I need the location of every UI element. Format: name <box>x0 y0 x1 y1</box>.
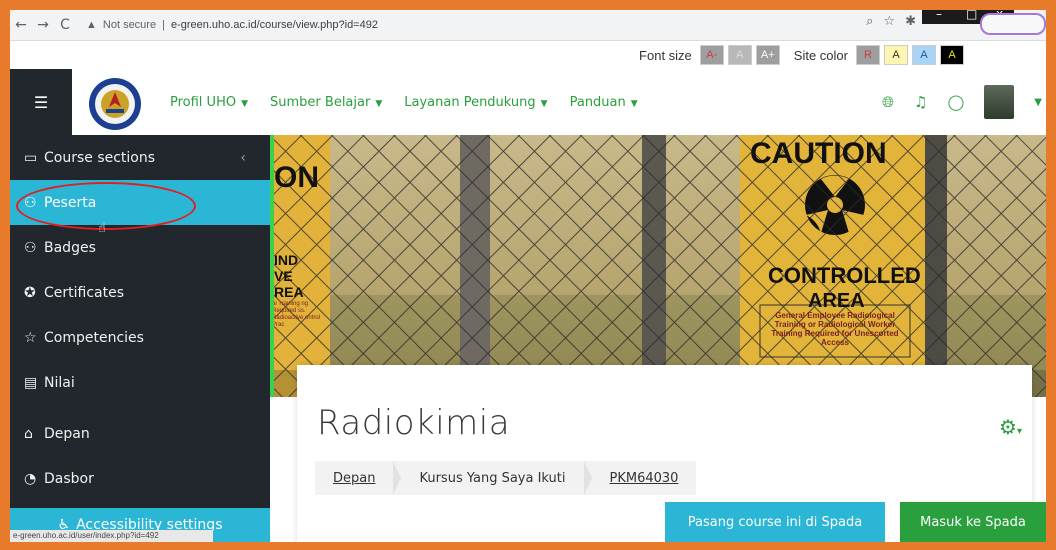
left-sign-fine-print: al Training ng Required ss. Radioactive … <box>272 301 321 328</box>
extensions-icon[interactable]: ✱ <box>905 14 916 29</box>
color-reset-button[interactable]: R <box>856 45 880 65</box>
font-decrease-button[interactable]: A- <box>699 45 724 65</box>
left-sign-line-3: REA <box>274 284 304 300</box>
url-separator: | <box>162 19 165 31</box>
breadcrumb-course-code[interactable]: PKM64030 <box>592 461 697 495</box>
install-spada-button[interactable]: Pasang course ini di Spada <box>665 502 885 542</box>
globe-icon[interactable]: 🌐︎ <box>882 93 894 111</box>
sidebar-item-competencies[interactable]: ☆ Competencies <box>10 315 270 360</box>
badge-icon: ⚇ <box>24 239 37 256</box>
banner-accent-strip <box>270 135 274 397</box>
sidebar-item-certificates[interactable]: ✪ Certificates <box>10 270 270 315</box>
hand-cursor-icon: ☝︎ <box>98 221 106 236</box>
color-blue-button[interactable]: A <box>912 45 936 65</box>
site-color-label: Site color <box>793 47 848 63</box>
notification-bell-icon[interactable]: ♫︎ <box>914 93 927 111</box>
forward-button[interactable]: → <box>32 17 54 33</box>
table-icon: ▤ <box>24 374 38 391</box>
menu-layanan-pendukung[interactable]: Layanan Pendukung ▼ <box>404 95 547 110</box>
font-size-label: Font size <box>639 47 692 63</box>
sidebar-item-peserta[interactable]: ⚇ Peserta <box>10 180 270 225</box>
status-bar-url: e-green.uho.ac.id/user/index.php?id=492 <box>10 530 213 542</box>
breadcrumb-separator <box>583 461 592 495</box>
left-sign-line-2: VE <box>274 268 293 284</box>
browser-window: ← → C ▲ Not secure | e-green.uho.ac.id/c… <box>10 10 1046 542</box>
users-icon: ⚇ <box>24 194 37 211</box>
caution-sign-text: CAUTION <box>750 137 887 170</box>
collapse-chevron-icon[interactable]: ‹ <box>240 150 246 166</box>
bookmark-star-icon[interactable]: ☆ <box>883 14 895 29</box>
controlled-sign-text: CONTROLLED <box>768 263 921 288</box>
hamburger-menu-icon[interactable]: ☰ <box>10 69 72 135</box>
breadcrumb-separator <box>393 461 402 495</box>
profile-button[interactable] <box>980 13 1046 35</box>
uho-logo[interactable] <box>88 77 142 131</box>
star-icon: ☆ <box>24 329 37 346</box>
certificate-icon: ✪ <box>24 284 36 301</box>
folder-icon: ▭ <box>24 149 38 166</box>
home-icon: ⌂ <box>24 425 33 442</box>
color-black-button[interactable]: A <box>940 45 964 65</box>
sidebar-item-dasbor[interactable]: ◔ Dasbor <box>10 456 270 501</box>
sidebar-item-nilai[interactable]: ▤ Nilai <box>10 360 270 405</box>
breadcrumb-depan[interactable]: Depan <box>315 461 393 495</box>
left-sign-line-1: IND <box>274 252 298 268</box>
sidebar-item-course-sections[interactable]: ▭ Course sections ‹ <box>10 135 270 180</box>
address-bar[interactable]: ▲ Not secure | e-green.uho.ac.id/course/… <box>86 19 378 31</box>
main-menu: Profil UHO ▼ Sumber Belajar ▼ Layanan Pend… <box>170 69 638 135</box>
maximize-button[interactable]: □ <box>966 10 977 21</box>
color-yellow-button[interactable]: A <box>884 45 908 65</box>
zoom-icon[interactable]: ⌕ <box>866 14 873 29</box>
sidebar-item-badges[interactable]: ⚇ Badges <box>10 225 270 270</box>
reload-button[interactable]: C <box>54 17 76 33</box>
left-sign-partial: ON <box>274 161 319 194</box>
accessibility-toolbar: Font size A- A A+ Site color R A A A <box>10 41 1046 69</box>
message-icon[interactable]: ◯ <box>948 93 965 111</box>
enter-spada-button[interactable]: Masuk ke Spada <box>900 502 1046 542</box>
menu-profil-uho[interactable]: Profil UHO ▼ <box>170 95 248 110</box>
dashboard-icon: ◔ <box>24 470 37 487</box>
area-sign-text: AREA <box>808 290 865 312</box>
browser-toolbar: ← → C ▲ Not secure | e-green.uho.ac.id/c… <box>10 10 1046 41</box>
minimize-button[interactable]: – <box>936 10 942 21</box>
menu-panduan[interactable]: Panduan ▼ <box>570 95 638 110</box>
course-sidebar: ▭ Course sections ‹ ⚇ Peserta ⚇ Badges ✪… <box>10 135 270 542</box>
back-button[interactable]: ← <box>10 17 32 33</box>
site-navbar: ☰ Profil UHO ▼ Sumber Belajar ▼ Layanan Pe… <box>10 69 1046 136</box>
warning-icon: ▲ <box>86 19 97 31</box>
course-banner-image: CAUTION CONTROLLED AREA General Employee… <box>270 135 1046 397</box>
user-avatar[interactable] <box>984 85 1015 119</box>
font-increase-button[interactable]: A+ <box>755 45 780 65</box>
font-reset-button[interactable]: A <box>727 45 752 65</box>
security-label: Not secure <box>102 19 157 31</box>
breadcrumb-kursus: Kursus Yang Saya Ikuti <box>419 470 566 486</box>
sign-fine-print: General Employee Radiological Training o… <box>771 311 899 347</box>
url-text[interactable]: e-green.uho.ac.id/course/view.php?id=492 <box>171 19 378 31</box>
course-settings-gear-icon[interactable]: ⚙︎▾ <box>999 415 1022 439</box>
breadcrumb: Depan Kursus Yang Saya Ikuti PKM64030 <box>315 461 697 495</box>
sidebar-item-depan[interactable]: ⌂ Depan <box>10 411 270 456</box>
course-title: Radiokimia <box>317 403 511 443</box>
menu-sumber-belajar[interactable]: Sumber Belajar ▼ <box>270 95 382 110</box>
user-menu-caret-icon[interactable]: ▼ <box>1034 97 1042 108</box>
